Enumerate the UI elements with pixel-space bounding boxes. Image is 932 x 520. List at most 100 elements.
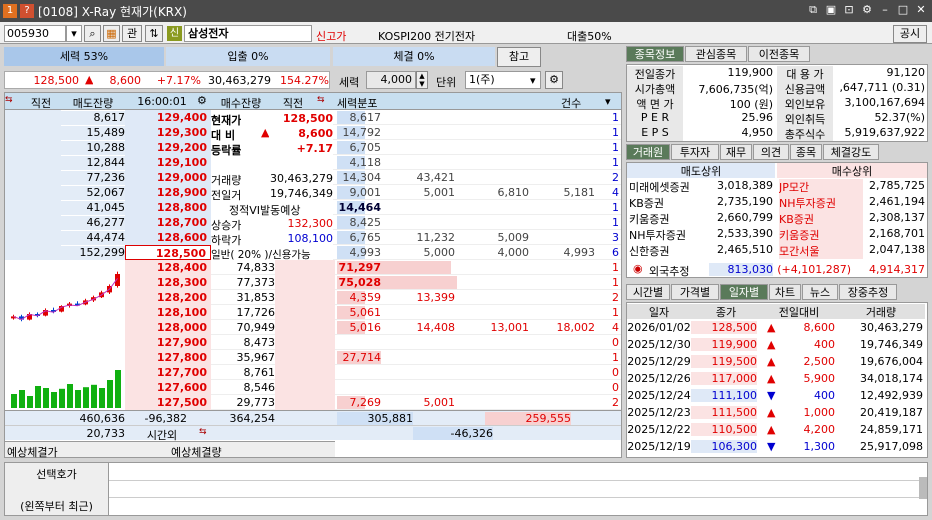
info-vol-label: 거래량 — [211, 174, 242, 187]
header-prev: 직전 — [30, 97, 52, 110]
power-qty-input[interactable]: 4,000 — [366, 71, 416, 89]
tab-이전종목[interactable]: 이전종목 — [748, 46, 810, 62]
link-icon[interactable]: ⧉ — [806, 3, 820, 17]
broker-buy-name[interactable]: 키움증권 — [779, 227, 863, 243]
broker-buy-name[interactable]: NH투자증권 — [779, 195, 863, 211]
daily-panel: 일자 종가 전일대비 거래량 2026/01/02 128,500 ▲ 8,600 30,463… — [626, 302, 928, 458]
foreign-buy: 4,914,317 — [869, 263, 925, 276]
broker-buy-name[interactable]: 모간서울 — [779, 243, 863, 259]
broker-sell-name[interactable]: 키움증권 — [629, 211, 709, 227]
tab-투자자[interactable]: 투자자 — [671, 144, 719, 160]
bid-price[interactable]: 128,100 — [125, 305, 211, 320]
daily-dir-icon: ▼ — [767, 389, 776, 402]
restore-icon[interactable]: □ — [896, 3, 910, 17]
ask-price[interactable]: 128,800 — [125, 200, 211, 215]
up-arrow-icon: ▲ — [85, 73, 94, 86]
volume-bar — [75, 390, 81, 408]
minimize-icon[interactable]: – — [878, 3, 892, 17]
stock-code-input[interactable]: 005930 — [4, 25, 66, 42]
tab-시간별[interactable]: 시간별 — [626, 284, 670, 300]
info-value: 7,606,735(억) — [698, 83, 773, 96]
arrows-icon[interactable]: ⇆ — [5, 95, 21, 105]
tab-차트[interactable]: 차트 — [769, 284, 801, 300]
daily-dir-icon: ▲ — [767, 321, 776, 334]
arrows-icon[interactable]: ⇆ — [199, 427, 213, 437]
bid-price[interactable]: 128,200 — [125, 290, 211, 305]
ask-price[interactable]: 129,200 — [125, 140, 211, 155]
broker-sell-name[interactable]: 신한증권 — [629, 243, 709, 259]
dropdown-arrow-icon[interactable]: ▾ — [66, 25, 82, 42]
scroll-down-icon[interactable]: ▾ — [605, 95, 619, 108]
bid-price[interactable]: 127,700 — [125, 365, 211, 380]
ask-prev-cell — [5, 170, 61, 185]
ask-price[interactable]: 129,000 — [125, 170, 211, 185]
ask-price[interactable]: 129,400 — [125, 110, 211, 125]
sell-power-bar: 세력 53% — [4, 47, 164, 66]
ask-count: 3 — [612, 231, 619, 244]
stock-name: 삼성전자 — [184, 25, 312, 42]
save-icon[interactable]: ▣ — [824, 3, 838, 17]
broker-sell-name[interactable]: NH투자증권 — [629, 227, 709, 243]
unit-dropdown-icon[interactable]: ▾ — [530, 74, 536, 87]
tab-가격별[interactable]: 가격별 — [671, 284, 719, 300]
ask-prev-cell — [5, 215, 61, 230]
window-number-icon[interactable]: 1 — [3, 4, 17, 18]
ask-price[interactable]: 128,900 — [125, 185, 211, 200]
close-icon[interactable]: ✕ — [914, 3, 928, 17]
arrows-icon[interactable]: ⇆ — [317, 95, 331, 105]
ask-price[interactable]: 128,600 — [125, 230, 211, 245]
info-label: P E R — [627, 111, 683, 126]
bid-price[interactable]: 127,800 — [125, 350, 211, 365]
tab-종목정보[interactable]: 종목정보 — [626, 46, 684, 62]
power-buy-total: 259,555 — [485, 412, 571, 425]
transfer-icon[interactable]: ⇅ — [145, 25, 163, 42]
info-label: 대 용 가 — [777, 66, 833, 81]
price-pct: +7.17% — [156, 74, 201, 87]
info-cur-value: 128,500 — [282, 112, 333, 125]
ask-remain: 77,236 — [61, 171, 125, 185]
broker-sell-name[interactable]: 미래에셋증권 — [629, 179, 709, 195]
help-icon[interactable]: ? — [20, 4, 34, 18]
reference-button[interactable]: 참고 — [497, 47, 541, 67]
tab-뉴스[interactable]: 뉴스 — [802, 284, 838, 300]
settings-icon[interactable]: ⚙ — [860, 3, 874, 17]
broker-buy-name[interactable]: JP모간 — [779, 179, 863, 195]
power-settings-icon[interactable]: ⚙ — [545, 71, 563, 89]
ask-price[interactable]: 129,300 — [125, 125, 211, 140]
gear-icon[interactable]: ⚙ — [197, 94, 211, 107]
volume-bar — [27, 396, 33, 408]
disclosure-button[interactable]: 공시 — [893, 25, 927, 43]
power-value: 75,028 — [338, 276, 381, 289]
tab-거래원[interactable]: 거래원 — [626, 144, 670, 160]
bid-price[interactable]: 128,000 — [125, 320, 211, 335]
bottom-scrollbar[interactable] — [919, 477, 927, 499]
ask-price[interactable]: 128,700 — [125, 215, 211, 230]
tab-의견[interactable]: 의견 — [753, 144, 789, 160]
daily-date: 2026/01/02 — [627, 321, 691, 334]
tab-종목[interactable]: 종목 — [790, 144, 822, 160]
gwan-button[interactable]: 관 — [122, 25, 142, 42]
screen-icon[interactable]: ⊡ — [842, 3, 856, 17]
ask-price[interactable]: 128,500 — [125, 245, 211, 260]
daily-close: 111,100 — [691, 389, 757, 402]
broker-sell-name[interactable]: KB증권 — [629, 195, 709, 211]
memo-icon[interactable]: ▦ — [103, 25, 120, 42]
header-count: 건수 — [561, 97, 582, 110]
broker-sell-qty: 3,018,389 — [717, 179, 773, 192]
bid-remain: 31,853 — [236, 291, 276, 304]
search-icon[interactable]: ⌕ — [84, 25, 101, 42]
tab-체결강도[interactable]: 체결강도 — [823, 144, 879, 160]
from-left-label: (왼쪽부터 최근) — [20, 500, 93, 513]
tab-장중추정[interactable]: 장중추정 — [839, 284, 897, 300]
bid-price[interactable]: 127,900 — [125, 335, 211, 350]
tab-일자별[interactable]: 일자별 — [720, 284, 768, 300]
qty-spinner[interactable]: ▲ ▼ — [416, 71, 428, 89]
tab-재무[interactable]: 재무 — [720, 144, 752, 160]
bid-price[interactable]: 128,400 — [125, 260, 211, 275]
tab-관심종목[interactable]: 관심종목 — [685, 46, 747, 62]
bid-price[interactable]: 127,600 — [125, 380, 211, 395]
broker-buy-name[interactable]: KB증권 — [779, 211, 863, 227]
bid-price[interactable]: 127,500 — [125, 395, 211, 410]
bid-price[interactable]: 128,300 — [125, 275, 211, 290]
ask-price[interactable]: 129,100 — [125, 155, 211, 170]
